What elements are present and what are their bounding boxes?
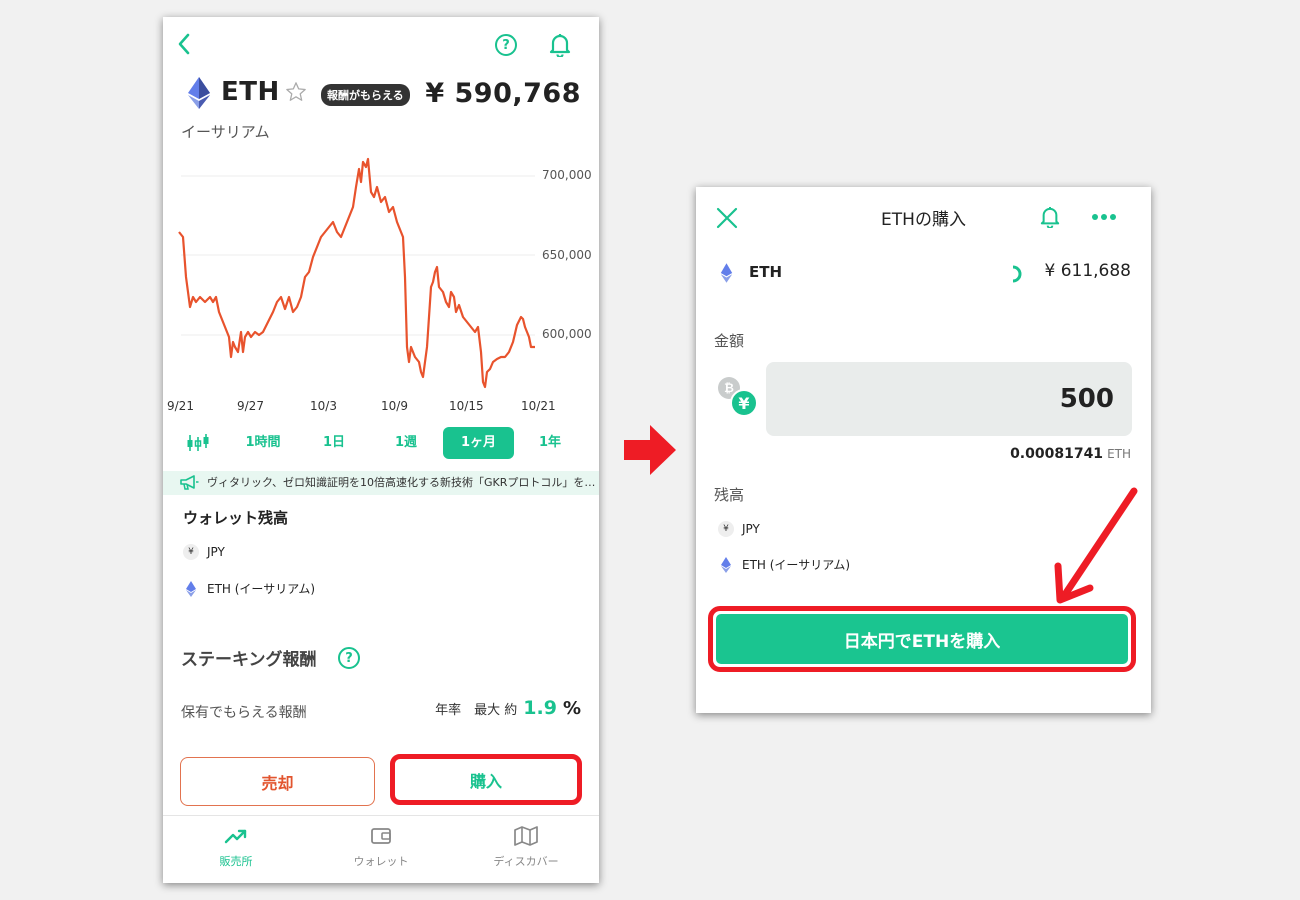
tab-label: ウォレット [353, 855, 409, 868]
tab-exchange[interactable]: 販売所 [181, 826, 291, 869]
balance-label: JPY [742, 522, 760, 536]
yen-icon: ¥ [183, 544, 199, 560]
yen-icon: ¥ [718, 521, 734, 537]
arrow-right-icon [624, 425, 676, 475]
balance-row-jpy[interactable]: ¥ JPY [718, 521, 760, 537]
eth-icon [721, 556, 731, 573]
star-icon [286, 82, 306, 101]
amount-input[interactable]: 500 [766, 362, 1132, 436]
staking-title: ステーキング報酬 [181, 650, 317, 670]
candlestick-icon [187, 434, 209, 451]
current-price: ¥ 611,688 [1044, 261, 1131, 281]
balance-row-jpy[interactable]: ¥ JPY [183, 544, 225, 560]
range-1w[interactable]: 1週 [376, 427, 436, 459]
conversion-value: 0.00081741 [1010, 446, 1104, 462]
rate-value: 1.9 [523, 697, 557, 719]
balance-title: 残高 [714, 486, 745, 504]
arrow-down-left-icon [1054, 487, 1138, 604]
balance-label: ETH (イーサリアム) [742, 558, 851, 572]
purchase-screen: ETHの購入 ETH ¥ 611,688 金額 ₿ ¥ 500 0.000817… [696, 187, 1151, 713]
bell-icon [1040, 207, 1060, 228]
more-dots-icon [1092, 214, 1116, 220]
range-selector: 1時間 1日 1週 1ヶ月 1年 [163, 427, 599, 459]
yen-icon: ¥ [730, 389, 758, 417]
news-text: ヴィタリック、ゼロ知識証明を10倍高速化する新技術「GKRプロトコル」を… [207, 476, 596, 489]
staking-help-icon[interactable]: ? [338, 647, 360, 669]
purchase-title: ETHの購入 [881, 210, 966, 230]
tab-label: ディスカバー [493, 855, 559, 868]
help-button[interactable]: ? [491, 30, 521, 60]
bell-icon [549, 34, 571, 57]
tab-discover[interactable]: ディスカバー [471, 826, 581, 869]
market-screen: ? ETH 報酬がもらえる ¥ 590,768 イーサリアム 700,000 6… [163, 17, 599, 883]
range-1m[interactable]: 1ヶ月 [443, 427, 514, 459]
map-icon [514, 826, 538, 846]
bottom-tab-bar: 販売所 ウォレット ディスカバー [163, 815, 599, 883]
news-banner[interactable]: ヴィタリック、ゼロ知識証明を10倍高速化する新技術「GKRプロトコル」を… [163, 471, 599, 495]
back-button[interactable] [169, 29, 199, 59]
x-tick-label: 10/9 [381, 399, 408, 413]
coin-name: イーサリアム [181, 123, 270, 141]
favorite-button[interactable] [284, 80, 308, 104]
x-tick-label: 9/21 [167, 399, 194, 413]
megaphone-icon [180, 475, 199, 490]
holding-reward-label: 保有でもらえる報酬 [181, 705, 307, 721]
buy-button[interactable]: 購入 [390, 754, 582, 805]
rate-prefix: 年率 最大 約 [435, 703, 518, 718]
range-1d[interactable]: 1日 [304, 427, 364, 459]
balance-label: JPY [207, 545, 225, 559]
reward-badge: 報酬がもらえる [321, 84, 410, 106]
wallet-icon [371, 828, 391, 844]
coin-symbol: ETH [749, 263, 783, 281]
x-tick-label: 9/27 [237, 399, 264, 413]
trend-up-icon [224, 829, 247, 844]
price-line [178, 157, 535, 389]
refresh-timer-icon [1012, 265, 1022, 283]
conversion-unit: ETH [1107, 447, 1131, 461]
price-chart [178, 157, 535, 389]
tab-wallet[interactable]: ウォレット [326, 826, 436, 869]
y-tick-label: 600,000 [542, 327, 592, 341]
eth-icon [720, 263, 733, 283]
tab-label: 販売所 [219, 855, 253, 868]
sell-button[interactable]: 売却 [180, 757, 375, 806]
amount-label: 金額 [714, 332, 745, 350]
rate-unit: % [562, 698, 581, 719]
purchase-button-highlight: 日本円でETHを購入 [708, 606, 1136, 672]
reward-rate: 年率 最大 約 1.9 % [435, 697, 581, 719]
x-tick-label: 10/15 [449, 399, 484, 413]
current-price: ¥ 590,768 [425, 78, 581, 109]
x-tick-label: 10/21 [521, 399, 556, 413]
balance-row-eth[interactable]: ETH (イーサリアム) [718, 556, 850, 573]
y-tick-label: 650,000 [542, 248, 592, 262]
balance-row-eth[interactable]: ETH (イーサリアム) [183, 580, 315, 597]
balance-label: ETH (イーサリアム) [207, 582, 316, 596]
question-icon: ? [495, 34, 517, 56]
purchase-button[interactable]: 日本円でETHを購入 [716, 614, 1128, 664]
x-tick-label: 10/3 [310, 399, 337, 413]
eth-icon [186, 580, 196, 597]
candlestick-toggle[interactable] [185, 431, 211, 455]
notification-button[interactable] [1036, 203, 1064, 231]
y-tick-label: 700,000 [542, 168, 592, 182]
chevron-left-icon [178, 33, 190, 55]
wallet-title: ウォレット残高 [183, 509, 289, 527]
eth-logo-icon [188, 77, 210, 109]
range-1h[interactable]: 1時間 [233, 427, 293, 459]
notification-button[interactable] [545, 30, 575, 60]
more-options-button[interactable] [1089, 203, 1119, 231]
coin-symbol: ETH [221, 77, 280, 107]
currency-switch[interactable]: ₿ ¥ [718, 377, 762, 421]
converted-amount: 0.00081741 ETH [1010, 446, 1131, 462]
range-1y[interactable]: 1年 [520, 427, 580, 459]
